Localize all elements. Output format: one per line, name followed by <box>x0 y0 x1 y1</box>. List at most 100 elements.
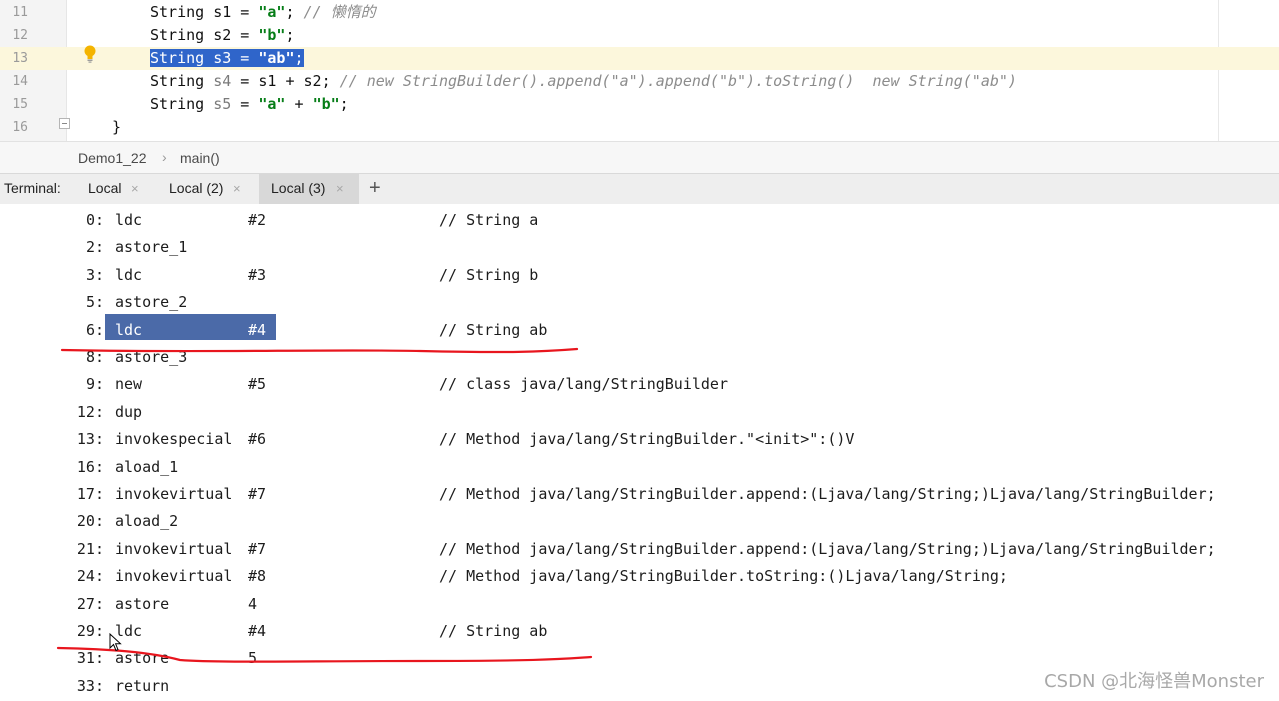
bytecode-offset: 27: <box>76 594 104 613</box>
bytecode-opcode: invokespecial <box>115 430 233 449</box>
code-token: String s3 = <box>150 49 259 67</box>
bytecode-row: 21: invokevirtual #7 // Method java/lang/St… <box>0 536 1279 563</box>
string-literal: "a" <box>258 95 286 113</box>
mouse-cursor-icon <box>109 633 122 652</box>
bytecode-comment: // Method java/lang/StringBuilder.append… <box>439 485 1216 503</box>
bytecode-row: 5: astore_2 <box>0 289 1279 316</box>
code-editor[interactable]: 11 String s1 = "a"; // 懒惰的 12 String s2 = "… <box>0 0 1279 141</box>
breadcrumb: Demo1_22 › main() <box>0 141 1279 174</box>
terminal-label: Terminal: <box>4 180 61 196</box>
string-literal: "a" <box>258 3 286 21</box>
bytecode-row: 24: invokevirtual #8 // Method java/lang/St… <box>0 563 1279 590</box>
bytecode-offset: 31: <box>76 649 104 668</box>
bytecode-opcode: dup <box>115 402 143 421</box>
code-line[interactable]: 16} <box>0 116 1279 139</box>
bytecode-row: 6: ldc #4 // String ab <box>0 317 1279 344</box>
tab-local-2[interactable]: Local (2) × <box>157 174 257 204</box>
code-text: String s5 = "a" + "b"; <box>150 93 349 116</box>
bytecode-offset: 5: <box>85 293 104 312</box>
tab-local-3[interactable]: Local (3) × <box>259 174 359 204</box>
line-number: 14 <box>12 74 28 89</box>
code-comment: // new StringBuilder().append("a").appen… <box>339 72 1017 90</box>
bytecode-operand: #4 <box>248 320 267 339</box>
code-token: s4 <box>213 72 232 90</box>
string-literal: "ab" <box>258 49 295 67</box>
watermark: CSDN @北海怪兽Monster <box>1044 671 1264 692</box>
close-icon[interactable]: × <box>233 174 241 203</box>
code-line[interactable]: 13 String s3 = "ab"; <box>0 47 1279 70</box>
bytecode-operand: #2 <box>248 211 267 229</box>
line-number: 16 <box>12 120 28 135</box>
code-line[interactable]: 15 String s5 = "a" + "b"; <box>0 93 1279 116</box>
bytecode-row: 13: invokespecial #6 // Method java/lang/St… <box>0 426 1279 453</box>
code-text: } <box>112 116 121 139</box>
code-token: ; <box>285 3 304 21</box>
lightbulb-icon[interactable] <box>83 45 97 63</box>
code-token: = <box>231 95 259 113</box>
string-literal: "b" <box>312 95 340 113</box>
code-line[interactable]: 14 String s4 = s1 + s2; // new StringBuil… <box>0 70 1279 93</box>
bytecode-row: 9: new #5 // class java/lang/StringBuilder <box>0 371 1279 398</box>
line-number: 13 <box>12 51 28 66</box>
line-number: 11 <box>12 5 28 20</box>
code-token: String <box>150 95 214 113</box>
close-icon[interactable]: × <box>336 174 344 203</box>
terminal-tab-bar: Terminal: Local × Local (2) × Local (3) … <box>0 173 1279 205</box>
bytecode-offset: 2: <box>85 238 104 257</box>
bytecode-operand: #7 <box>248 539 267 558</box>
code-line[interactable]: 12 String s2 = "b"; <box>0 24 1279 47</box>
code-token: String s1 = <box>150 3 259 21</box>
line-number: 15 <box>12 97 28 112</box>
add-tab-icon[interactable]: + <box>369 175 381 201</box>
bytecode-offset: 12: <box>76 402 104 421</box>
tab-local[interactable]: Local × <box>76 174 156 204</box>
close-icon[interactable]: × <box>131 174 139 203</box>
code-text: String s3 = "ab"; <box>150 47 304 70</box>
code-text: String s4 = s1 + s2; // new StringBuilde… <box>150 70 1017 93</box>
bytecode-operand: #4 <box>248 622 267 640</box>
bytecode-row: 3: ldc #3 // String b <box>0 262 1279 289</box>
code-token: ; <box>339 95 349 113</box>
code-text: String s2 = "b"; <box>150 24 295 47</box>
bytecode-offset: 17: <box>76 485 104 503</box>
code-comment: // 懒惰的 <box>303 3 376 21</box>
bytecode-opcode: invokevirtual <box>115 567 233 586</box>
bytecode-opcode: astore_3 <box>115 348 188 366</box>
code-token: String <box>150 72 214 90</box>
bytecode-operand: #5 <box>248 375 267 394</box>
fold-icon[interactable] <box>59 118 70 129</box>
bytecode-comment: // Method java/lang/StringBuilder.toStri… <box>439 567 1008 586</box>
bytecode-row: 17: invokevirtual #7 // Method java/lang/St… <box>0 481 1279 508</box>
bytecode-comment: // String a <box>439 211 539 229</box>
line-number: 12 <box>12 28 28 43</box>
bytecode-operand: #7 <box>248 485 267 503</box>
tab-label: Local <box>88 180 122 196</box>
terminal-output[interactable]: 0: ldc #2 // String a 2: astore_1 3: ldc #3 // St… <box>0 204 1279 701</box>
bytecode-opcode: ldc <box>115 265 143 284</box>
bytecode-opcode: aload_1 <box>115 457 179 476</box>
bytecode-opcode: return <box>115 676 170 695</box>
bytecode-comment: // Method java/lang/StringBuilder."<init… <box>439 430 855 449</box>
bytecode-row: 0: ldc #2 // String a <box>0 207 1279 234</box>
bytecode-operand: #8 <box>248 567 267 586</box>
bytecode-offset: 20: <box>76 512 104 531</box>
bytecode-offset: 8: <box>85 348 104 366</box>
bytecode-row: 20: aload_2 <box>0 508 1279 535</box>
breadcrumb-class[interactable]: Demo1_22 <box>78 150 147 166</box>
bytecode-offset: 21: <box>76 539 104 558</box>
code-token: + <box>285 95 313 113</box>
bytecode-offset: 9: <box>85 375 104 394</box>
bytecode-opcode: new <box>115 375 143 394</box>
bytecode-comment: // class java/lang/StringBuilder <box>439 375 728 394</box>
code-token: s5 <box>213 95 232 113</box>
bytecode-opcode: invokevirtual <box>115 539 233 558</box>
breadcrumb-method[interactable]: main() <box>180 150 220 166</box>
code-token: = s1 + s2; <box>231 72 340 90</box>
bytecode-operand: #3 <box>248 265 267 284</box>
bytecode-operand: 4 <box>248 594 258 613</box>
code-line[interactable]: 11 String s1 = "a"; // 懒惰的 <box>0 1 1279 24</box>
bytecode-opcode: astore_2 <box>115 293 188 312</box>
breadcrumb-separator-icon: › <box>162 149 167 165</box>
bytecode-opcode: ldc <box>115 211 143 229</box>
bytecode-row: 12: dup <box>0 399 1279 426</box>
